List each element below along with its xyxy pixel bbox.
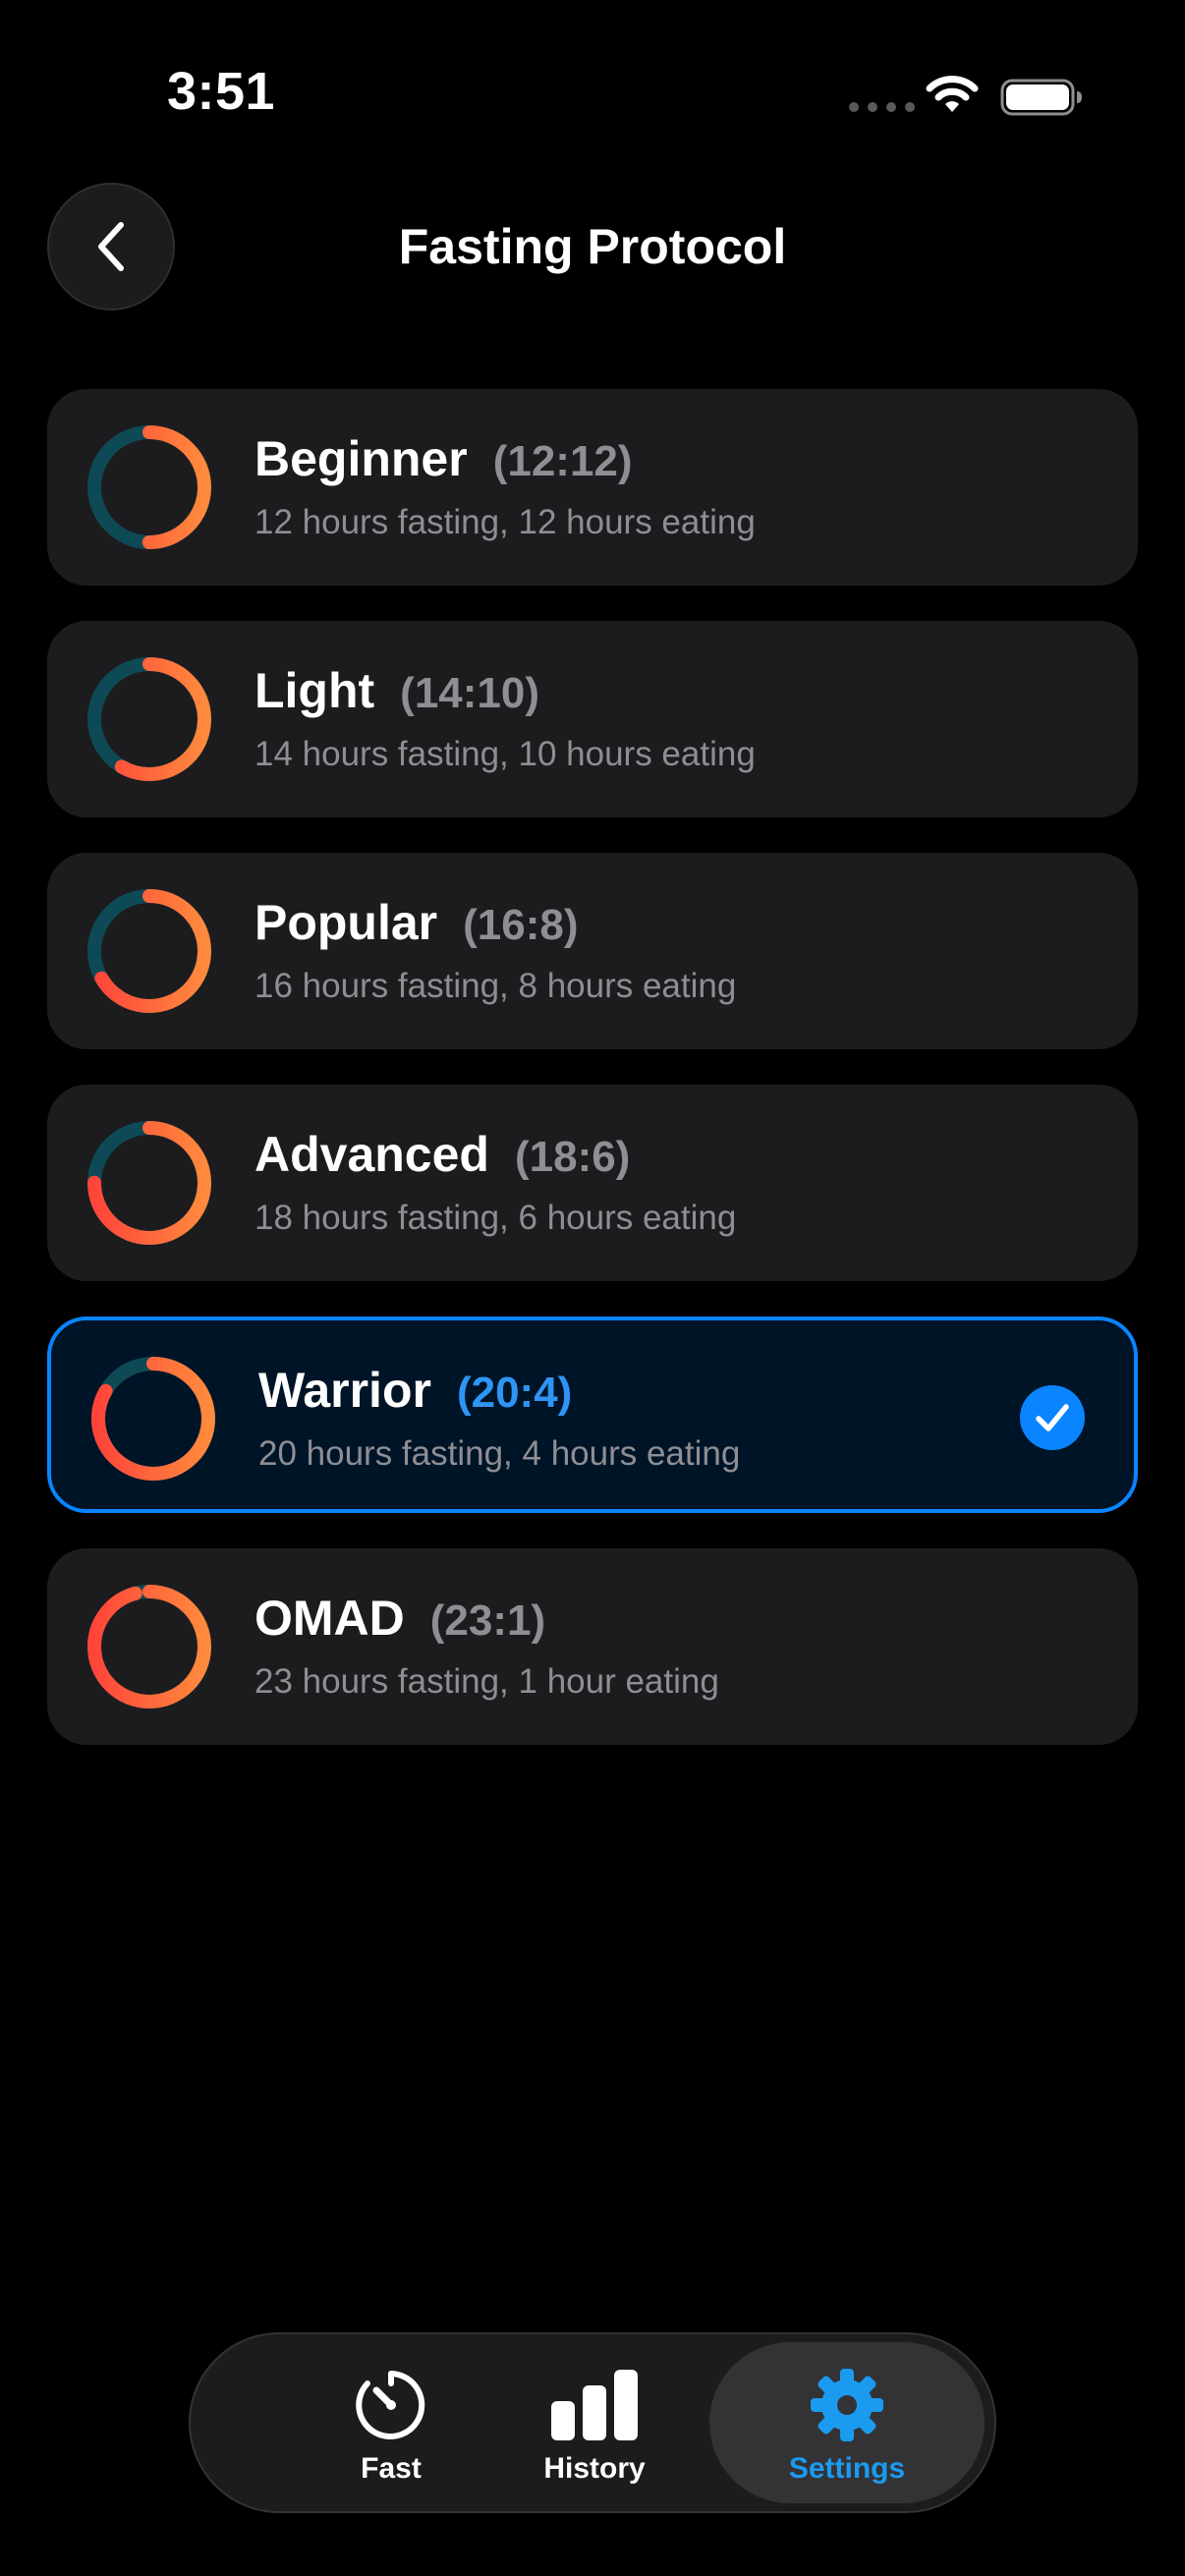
protocol-card-advanced[interactable]: Advanced (18:6) 18 hours fasting, 6 hours … <box>47 1085 1138 1281</box>
protocol-description: 16 hours fasting, 8 hours eating <box>254 967 737 1005</box>
fasting-ring-icon <box>87 425 211 549</box>
fasting-ring-icon <box>87 1121 211 1245</box>
page-title: Fasting Protocol <box>398 219 787 274</box>
protocol-description: 14 hours fasting, 10 hours eating <box>254 735 756 773</box>
protocol-title-row: Beginner (12:12) <box>254 430 633 487</box>
protocol-name: Light <box>254 663 375 718</box>
protocol-description: 23 hours fasting, 1 hour eating <box>254 1662 719 1701</box>
fasting-ring-icon <box>91 1357 215 1481</box>
protocol-list: Beginner (12:12) 12 hours fasting, 12 hour… <box>47 389 1138 1780</box>
protocol-ratio: (16:8) <box>463 901 579 949</box>
protocol-description: 20 hours fasting, 4 hours eating <box>258 1434 741 1473</box>
protocol-name: Beginner <box>254 431 468 486</box>
protocol-ratio: (20:4) <box>456 1369 573 1417</box>
protocol-card-popular[interactable]: Popular (16:8) 16 hours fasting, 8 hours e… <box>47 853 1138 1049</box>
status-bar: 3:51 <box>0 0 1185 187</box>
fasting-ring-icon <box>87 1585 211 1708</box>
status-time: 3:51 <box>167 62 276 121</box>
protocol-name: OMAD <box>254 1591 405 1646</box>
protocol-ratio: (14:10) <box>400 669 540 717</box>
battery-icon <box>1000 79 1082 116</box>
timer-icon <box>356 2371 425 2439</box>
protocol-description: 12 hours fasting, 12 hours eating <box>254 503 756 541</box>
fasting-ring-icon <box>87 657 211 781</box>
fasting-ring-icon <box>87 889 211 1013</box>
tab-history-label: History <box>543 2452 646 2485</box>
protocol-card-light[interactable]: Light (14:10) 14 hours fasting, 10 hours e… <box>47 621 1138 817</box>
checkmark-icon <box>1020 1385 1085 1450</box>
protocol-name: Popular <box>254 895 438 950</box>
protocol-ratio: (18:6) <box>514 1133 631 1181</box>
protocol-ratio: (23:1) <box>429 1596 546 1645</box>
bar-chart-icon <box>551 2370 638 2440</box>
protocol-name: Warrior <box>258 1363 431 1418</box>
protocol-title-row: Warrior (20:4) <box>258 1362 572 1419</box>
protocol-name: Advanced <box>254 1127 489 1182</box>
protocol-ratio: (12:12) <box>492 437 633 485</box>
protocol-card-warrior[interactable]: Warrior (20:4) 20 hours fasting, 4 hours e… <box>47 1316 1138 1513</box>
cellular-signal-icon <box>849 102 915 112</box>
protocol-title-row: Light (14:10) <box>254 662 539 719</box>
protocol-title-row: OMAD (23:1) <box>254 1590 545 1647</box>
wifi-icon <box>926 76 979 112</box>
protocol-description: 18 hours fasting, 6 hours eating <box>254 1199 737 1237</box>
protocol-title-row: Popular (16:8) <box>254 894 579 951</box>
tab-bar: Fast History Settings <box>189 2332 996 2513</box>
tab-settings[interactable]: Settings <box>709 2342 985 2503</box>
protocol-card-omad[interactable]: OMAD (23:1) 23 hours fasting, 1 hour eatin… <box>47 1548 1138 1745</box>
protocol-card-beginner[interactable]: Beginner (12:12) 12 hours fasting, 12 hour… <box>47 389 1138 586</box>
protocol-title-row: Advanced (18:6) <box>254 1126 630 1183</box>
tab-history[interactable]: History <box>457 2342 732 2503</box>
gear-icon <box>811 2369 883 2441</box>
tab-settings-label: Settings <box>788 2452 906 2485</box>
tab-fast-label: Fast <box>361 2452 422 2485</box>
